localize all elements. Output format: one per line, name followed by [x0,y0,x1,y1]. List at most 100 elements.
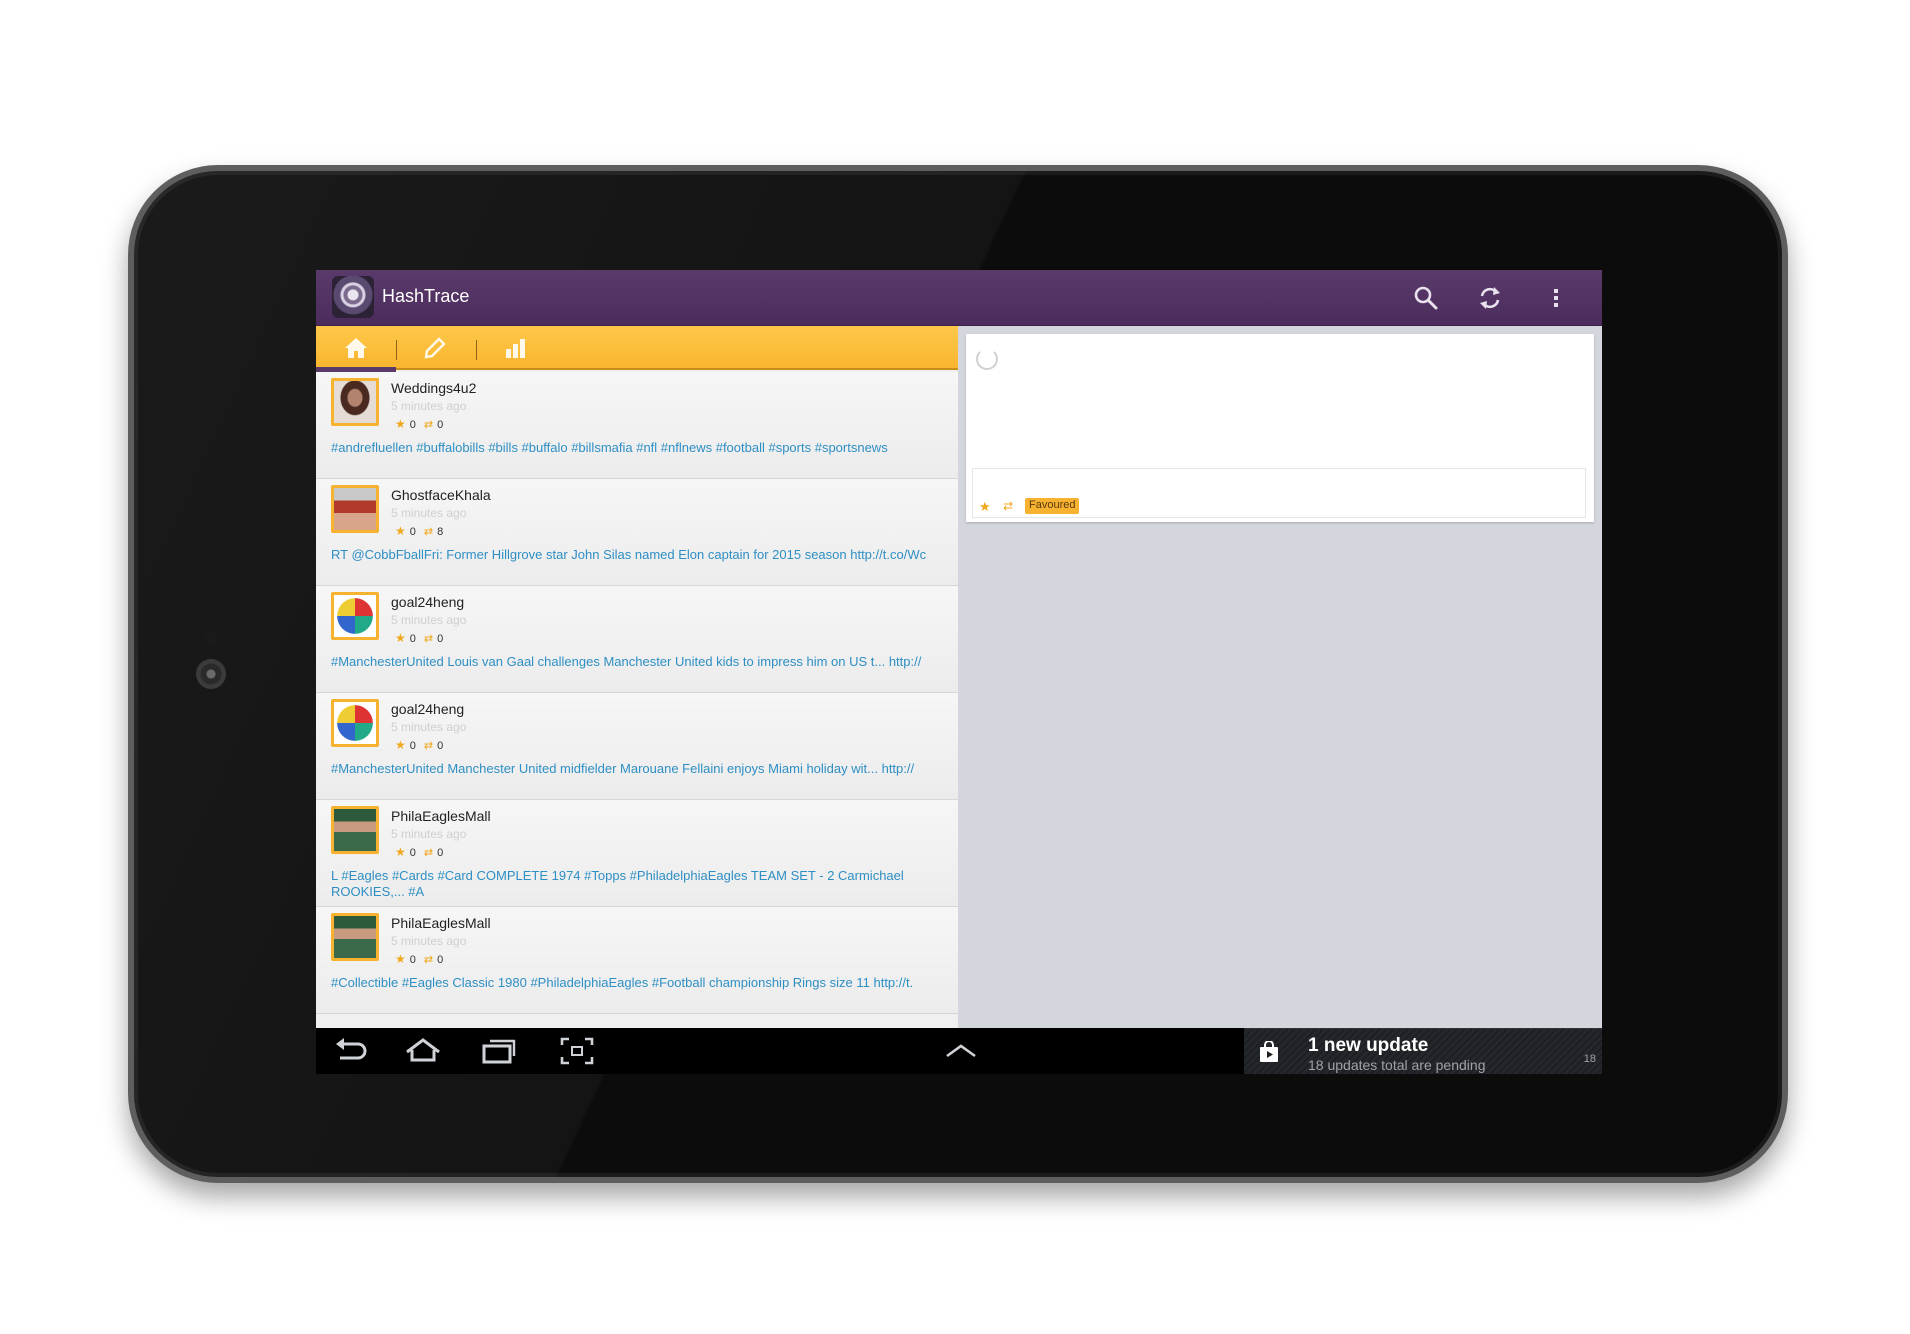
favorite-count: 0 [409,954,416,966]
tweet-username[interactable]: PhilaEaglesMall [391,915,491,931]
favorite-count: 0 [409,419,416,431]
tweet-stats: ★ 0 ⇄ 0 [395,631,443,645]
tweet-stats: ★ 0 ⇄ 0 [395,417,443,431]
pencil-icon [424,337,446,359]
tweet-item[interactable]: Weddings4u2 5 minutes ago ★ 0 ⇄ 0 #andreflu… [316,372,958,479]
tweet-timestamp: 5 minutes ago [391,613,467,627]
retweet-icon: ⇄ [423,633,434,645]
action-bar: HashTrace [316,270,1602,326]
retweet-count: 0 [437,633,444,645]
tweet-username[interactable]: goal24heng [391,701,464,717]
tab-bar [316,326,958,372]
tweet-username[interactable]: PhilaEaglesMall [391,808,491,824]
back-icon[interactable] [332,1036,370,1066]
tweet-stats: ★ 0 ⇄ 8 [395,524,443,538]
tweet-timestamp: 5 minutes ago [391,827,467,841]
avatar[interactable] [331,913,379,961]
front-camera [196,659,226,689]
notification-subtitle: 18 updates total are pending [1308,1057,1486,1073]
tweet-timestamp: 5 minutes ago [391,506,467,520]
tweet-text[interactable]: #andrefluellen #buffalobills #bills #buf… [331,440,946,456]
retweet-icon: ⇄ [423,954,434,966]
device-screen: HashTrace Weddings4u2 5 minutes ago ★ 0 … [316,270,1602,1074]
avatar[interactable] [331,378,379,426]
retweet-count: 0 [437,740,444,752]
recent-apps-icon[interactable] [480,1036,518,1066]
favorite-count: 0 [409,847,416,859]
star-icon: ★ [395,952,406,966]
tweet-text[interactable]: #ManchesterUnited Manchester United midf… [331,761,946,777]
retweet-icon: ⇄ [423,526,434,538]
tab-stats[interactable] [476,326,556,370]
tweet-feed[interactable]: Weddings4u2 5 minutes ago ★ 0 ⇄ 0 #andreflu… [316,372,958,1014]
timeline-pane: Weddings4u2 5 minutes ago ★ 0 ⇄ 0 #andreflu… [316,326,958,1028]
notification-title: 1 new update [1308,1035,1429,1056]
play-store-bag-icon [1260,1041,1278,1062]
avatar-image [334,916,376,958]
favorite-count: 0 [409,740,416,752]
search-icon[interactable] [1412,284,1440,312]
favorite-count: 0 [409,526,416,538]
screenshot-icon[interactable] [558,1036,596,1066]
tweet-username[interactable]: GhostfaceKhala [391,487,491,503]
tweet-timestamp: 5 minutes ago [391,399,467,413]
avatar-image [334,381,376,423]
star-icon: ★ [395,417,406,431]
home-icon [345,338,367,358]
retweet-count: 0 [437,419,444,431]
retweet-count: 0 [437,954,444,966]
tab-home[interactable] [316,326,396,372]
avatar[interactable] [331,485,379,533]
tweet-username[interactable]: Weddings4u2 [391,380,476,396]
home-nav-icon[interactable] [404,1036,442,1066]
star-icon: ★ [395,738,406,752]
tweet-stats: ★ 0 ⇄ 0 [395,738,443,752]
light-sensor [204,631,218,645]
star-icon: ★ [395,845,406,859]
tweet-text[interactable]: RT @CobbFballFri: Former Hillgrove star … [331,547,946,563]
retweet-icon: ⇄ [423,847,434,859]
app-title: HashTrace [382,286,470,306]
hashtrace-app-icon[interactable] [332,276,374,318]
retweet-count: 0 [437,847,444,859]
avatar[interactable] [331,699,379,747]
tweet-item[interactable]: GhostfaceKhala 5 minutes ago ★ 0 ⇄ 8 RT @Co… [316,479,958,586]
star-icon: ★ [395,524,406,538]
avatar-image [337,598,373,634]
tweet-username[interactable]: goal24heng [391,594,464,610]
favoured-badge: Favoured [1025,498,1080,514]
avatar[interactable] [331,592,379,640]
retweet-icon: ⇄ [423,419,434,431]
tweet-detail-card: ★ ⇄ Favoured [966,334,1594,522]
tweet-item[interactable]: goal24heng 5 minutes ago ★ 0 ⇄ 0 #Mancheste… [316,586,958,693]
avatar-image [334,488,376,530]
avatar-image [337,705,373,741]
tweet-item[interactable]: goal24heng 5 minutes ago ★ 0 ⇄ 0 #Mancheste… [316,693,958,800]
favorite-count: 0 [409,633,416,645]
detail-pane: ★ ⇄ Favoured [958,326,1602,1028]
tweet-item[interactable]: PhilaEaglesMall 5 minutes ago ★ 0 ⇄ 0 #Coll… [316,907,958,1014]
tweet-text[interactable]: #ManchesterUnited Louis van Gaal challen… [331,654,946,670]
star-icon: ★ [395,631,406,645]
retweet-icon[interactable]: ⇄ [1003,499,1013,513]
refresh-icon[interactable] [1476,284,1504,312]
overflow-menu-icon[interactable] [1542,284,1570,312]
avatar[interactable] [331,806,379,854]
system-navigation-bar [316,1028,1244,1074]
tweet-item[interactable]: PhilaEaglesMall 5 minutes ago ★ 0 ⇄ 0 L #Ea… [316,800,958,907]
chevron-up-icon[interactable] [942,1036,980,1066]
tab-compose[interactable] [396,326,476,370]
retweet-icon: ⇄ [423,740,434,752]
update-notification[interactable]: 1 new update 18 updates total are pendin… [1244,1028,1602,1074]
tweet-timestamp: 5 minutes ago [391,720,467,734]
tweet-text[interactable]: L #Eagles #Cards #Card COMPLETE 1974 #To… [331,868,946,900]
tweet-stats: ★ 0 ⇄ 0 [395,952,443,966]
notification-count: 18 [1583,1053,1596,1065]
avatar-image [334,809,376,851]
tweet-timestamp: 5 minutes ago [391,934,467,948]
loading-spinner-icon [976,348,998,370]
favorite-star-icon[interactable]: ★ [979,499,991,515]
detail-actions: ★ ⇄ Favoured [972,468,1586,518]
tweet-text[interactable]: #Collectible #Eagles Classic 1980 #Phila… [331,975,946,991]
tweet-stats: ★ 0 ⇄ 0 [395,845,443,859]
